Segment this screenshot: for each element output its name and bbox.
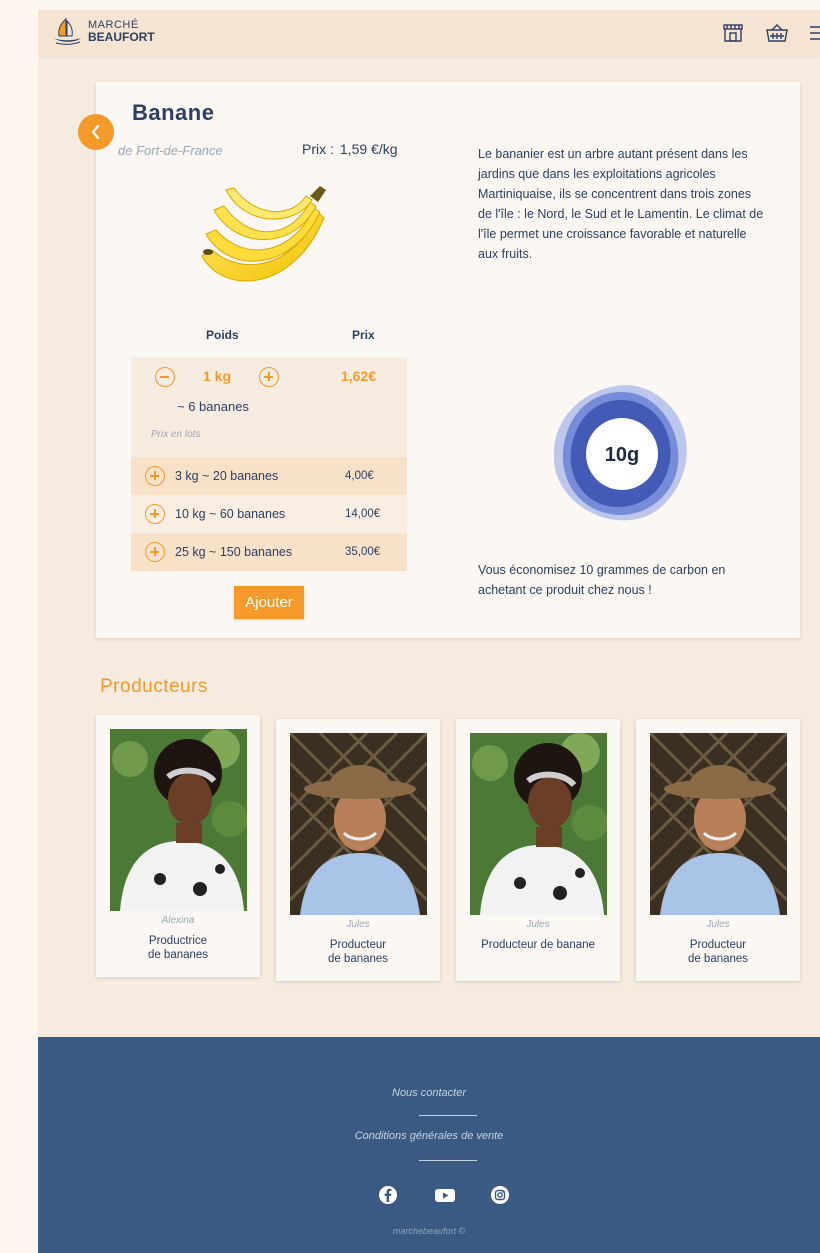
basket-icon[interactable] [764,22,790,44]
carbon-saving-text: Vous économisez 10 grammes de carbon en … [478,563,726,597]
carbon-badge: 10g [553,385,687,521]
shop-icon[interactable] [720,22,746,44]
producer-role-line2: de bananes [687,953,749,965]
product-origin: de Fort-de-France [118,143,223,158]
add-lot-button[interactable] [145,542,165,562]
product-price: Prix : 1,59 €/kg [302,141,398,157]
producer-name: Alexina [161,915,195,926]
back-button[interactable] [78,114,114,150]
lot-price: 14,00€ [345,508,381,520]
price-label: Prix : [302,141,334,157]
weight-header: Poids [206,328,239,342]
logo-line2: BEAUFORT [88,30,155,44]
facebook-icon[interactable] [378,1185,398,1205]
producer-role: Producteur de bananes [636,938,800,966]
lot-price: 35,00€ [345,546,381,558]
lot-label: 25 kg ~ 150 bananes [175,545,293,559]
contact-link[interactable]: Nous contacter [38,1087,820,1099]
quantity-price: 1,62€ [341,368,377,384]
decrease-quantity-button[interactable] [155,367,175,387]
producer-card[interactable]: Alexina Productrice de bananes [96,715,260,977]
social-links [378,1185,510,1205]
top-bar: MARCHÉ BEAUFORT [38,10,820,56]
product-card: Banane de Fort-de-France Prix : 1,59 €/kg… [96,82,800,638]
page: MARCHÉ BEAUFORT Banane de Fort-de-France… [38,10,820,1253]
producer-card[interactable]: Jules Producteur de bananes [276,719,440,981]
lot-price: 4,00€ [345,470,374,482]
price-header: Prix [352,328,375,342]
lot-row[interactable]: 25 kg ~ 150 bananes 35,00€ [131,533,407,571]
product-description: Le bananier est un arbre autant présent … [478,147,764,261]
lot-row[interactable]: 10 kg ~ 60 bananes 14,00€ [131,495,407,533]
increase-quantity-button[interactable] [259,367,279,387]
lot-label: 10 kg ~ 60 bananes [175,507,286,521]
instagram-icon[interactable] [490,1185,510,1205]
producer-photo [470,733,607,915]
producer-role-line2: de bananes [327,953,389,965]
cgv-link[interactable]: Conditions générales de vente [38,1130,820,1142]
add-to-cart-button[interactable]: Ajouter [234,586,304,619]
quantity-value: 1 kg [203,368,232,384]
quantity-box: 1 kg 1,62€ ~ 6 bananes Prix en lots [131,357,407,457]
producer-role-line1: Producteur [689,939,747,951]
producer-role-line1: Producteur [329,939,387,951]
banana-image [201,186,326,282]
producers-title: Producteurs [100,676,208,697]
producer-photo [110,729,247,911]
footer-divider [419,1115,477,1116]
producer-role: Producteur de banane [456,938,620,952]
producer-card[interactable]: Jules Producteur de banane [456,719,620,981]
logo[interactable]: MARCHÉ BEAUFORT [50,16,155,46]
youtube-icon[interactable] [434,1185,455,1205]
lot-row[interactable]: 3 kg ~ 20 bananes 4,00€ [131,457,407,495]
producer-role-line1: Producteur de banane [481,939,595,951]
quantity-approx: ~ 6 bananes [177,399,249,414]
producer-name: Jules [706,919,730,930]
producer-role-line2: de bananes [147,949,209,961]
add-lot-button[interactable] [145,466,165,486]
footer: Nous contacter Conditions générales de v… [38,1037,820,1253]
lots-list: 3 kg ~ 20 bananes 4,00€ 10 kg ~ 60 banan… [131,457,407,571]
lot-label: 3 kg ~ 20 bananes [175,469,279,483]
producer-role: Producteur de bananes [276,938,440,966]
menu-icon[interactable] [808,22,820,44]
copyright: marchebeaufort © [392,1226,466,1236]
carbon-value: 10g [605,444,639,466]
price-value: 1,59 €/kg [339,141,398,157]
producer-role-line1: Productrice [148,935,208,947]
add-lot-button[interactable] [145,504,165,524]
product-title: Banane [132,100,215,125]
producer-photo [290,733,427,915]
producer-name: Jules [346,919,370,930]
lots-label: Prix en lots [151,429,201,440]
producer-card[interactable]: Jules Producteur de bananes [636,719,800,981]
producer-photo [650,733,787,915]
producer-role: Productrice de bananes [96,934,260,962]
chevron-left-icon [91,124,100,140]
boat-logo-icon [54,17,81,45]
producer-name: Jules [526,919,550,930]
footer-divider [419,1160,477,1161]
header-icons [720,22,820,44]
